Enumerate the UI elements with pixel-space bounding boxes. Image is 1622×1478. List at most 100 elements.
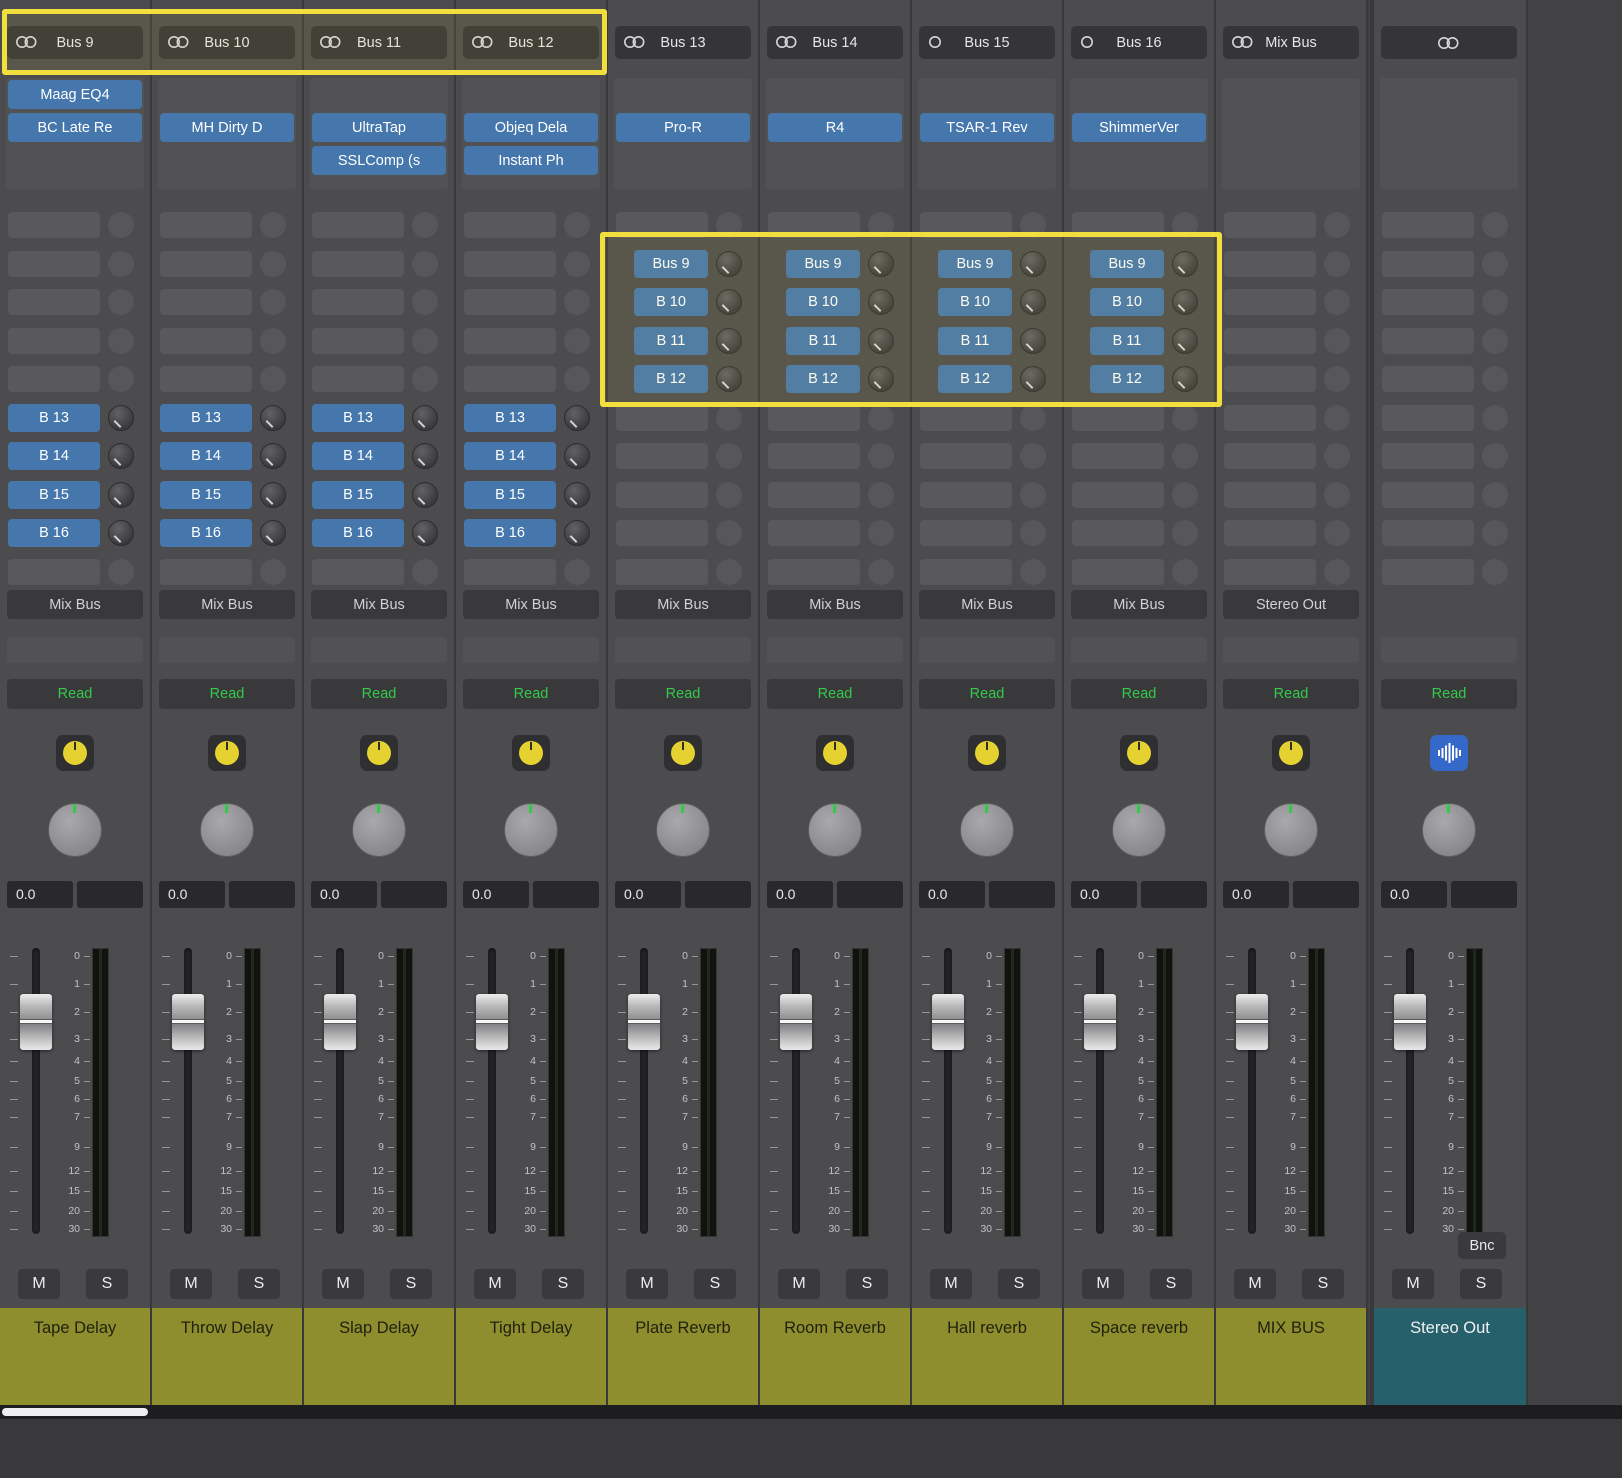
- pan-knob[interactable]: [1264, 803, 1318, 857]
- send-slot[interactable]: Bus 9: [938, 250, 1012, 278]
- track-icon[interactable]: [1120, 735, 1158, 771]
- send-level-knob[interactable]: [1172, 328, 1198, 354]
- send-level-knob[interactable]: [108, 482, 134, 508]
- send-level-knob[interactable]: [260, 520, 286, 546]
- send-slot-empty[interactable]: [920, 405, 1012, 431]
- channel-format-button[interactable]: Mix Bus: [1223, 26, 1359, 59]
- send-knob[interactable]: [1482, 520, 1508, 546]
- peak-display[interactable]: [77, 881, 143, 908]
- send-slot[interactable]: B 16: [8, 519, 100, 547]
- send-slot-empty[interactable]: [8, 559, 100, 585]
- send-slot[interactable]: B 12: [786, 365, 860, 393]
- send-slot-empty[interactable]: [616, 405, 708, 431]
- pan-knob[interactable]: [504, 803, 558, 857]
- send-slot-empty[interactable]: [1382, 289, 1474, 315]
- volume-display[interactable]: 0.0: [615, 881, 681, 908]
- send-slot-empty[interactable]: [768, 520, 860, 546]
- send-knob[interactable]: [1324, 405, 1350, 431]
- volume-display[interactable]: 0.0: [919, 881, 985, 908]
- send-knob[interactable]: [564, 212, 590, 238]
- send-knob[interactable]: [868, 520, 894, 546]
- track-name[interactable]: Hall reverb: [912, 1308, 1062, 1405]
- send-slot[interactable]: B 11: [786, 327, 860, 355]
- send-slot-empty[interactable]: [616, 559, 708, 585]
- group-slot[interactable]: [1223, 637, 1359, 663]
- solo-button[interactable]: S: [238, 1269, 280, 1299]
- output-routing-button[interactable]: Mix Bus: [159, 590, 295, 619]
- solo-button[interactable]: S: [1150, 1269, 1192, 1299]
- peak-display[interactable]: [229, 881, 295, 908]
- channel-format-button[interactable]: Bus 12: [463, 26, 599, 59]
- send-slot-empty[interactable]: [312, 289, 404, 315]
- send-level-knob[interactable]: [716, 251, 742, 277]
- send-knob[interactable]: [1324, 482, 1350, 508]
- group-slot[interactable]: [1381, 637, 1517, 663]
- fader-track[interactable]: [32, 948, 40, 1234]
- send-knob[interactable]: [868, 212, 894, 238]
- send-level-knob[interactable]: [564, 482, 590, 508]
- send-level-knob[interactable]: [1172, 251, 1198, 277]
- automation-mode-button[interactable]: Read: [159, 679, 295, 709]
- peak-display[interactable]: [989, 881, 1055, 908]
- send-slot[interactable]: B 11: [1090, 327, 1164, 355]
- send-slot-empty[interactable]: [1382, 251, 1474, 277]
- send-slot-empty[interactable]: [464, 366, 556, 392]
- horizontal-scrollbar-thumb[interactable]: [2, 1408, 148, 1416]
- send-slot[interactable]: B 16: [464, 519, 556, 547]
- send-knob[interactable]: [564, 559, 590, 585]
- send-slot-empty[interactable]: [1072, 405, 1164, 431]
- send-slot-empty[interactable]: [768, 443, 860, 469]
- volume-display[interactable]: 0.0: [159, 881, 225, 908]
- send-slot-empty[interactable]: [1072, 482, 1164, 508]
- send-slot-empty[interactable]: [920, 212, 1012, 238]
- send-knob[interactable]: [108, 212, 134, 238]
- send-slot[interactable]: B 11: [634, 327, 708, 355]
- volume-fader[interactable]: [628, 994, 660, 1050]
- send-knob[interactable]: [1324, 328, 1350, 354]
- send-knob[interactable]: [1482, 289, 1508, 315]
- automation-mode-button[interactable]: Read: [311, 679, 447, 709]
- track-icon[interactable]: [1430, 735, 1468, 771]
- volume-fader[interactable]: [1394, 994, 1426, 1050]
- send-level-knob[interactable]: [108, 405, 134, 431]
- send-slot-empty[interactable]: [1224, 212, 1316, 238]
- insert-plugin-slot[interactable]: R4: [768, 113, 902, 142]
- send-slot[interactable]: B 13: [312, 404, 404, 432]
- volume-display[interactable]: 0.0: [7, 881, 73, 908]
- send-knob[interactable]: [1324, 212, 1350, 238]
- solo-button[interactable]: S: [86, 1269, 128, 1299]
- send-slot-empty[interactable]: [312, 251, 404, 277]
- send-knob[interactable]: [868, 405, 894, 431]
- send-knob[interactable]: [868, 559, 894, 585]
- send-knob[interactable]: [716, 520, 742, 546]
- channel-format-button[interactable]: Bus 16: [1071, 26, 1207, 59]
- send-knob[interactable]: [1482, 443, 1508, 469]
- volume-display[interactable]: 0.0: [1381, 881, 1447, 908]
- track-name[interactable]: Throw Delay: [152, 1308, 302, 1405]
- send-slot-empty[interactable]: [160, 212, 252, 238]
- volume-display[interactable]: 0.0: [463, 881, 529, 908]
- send-knob[interactable]: [1324, 251, 1350, 277]
- mute-button[interactable]: M: [474, 1269, 516, 1299]
- send-knob[interactable]: [1482, 328, 1508, 354]
- solo-button[interactable]: S: [390, 1269, 432, 1299]
- send-slot-empty[interactable]: [1382, 482, 1474, 508]
- send-knob[interactable]: [412, 212, 438, 238]
- track-name[interactable]: Stereo Out: [1374, 1308, 1526, 1405]
- send-knob[interactable]: [260, 289, 286, 315]
- send-level-knob[interactable]: [412, 482, 438, 508]
- fader-track[interactable]: [1406, 948, 1414, 1234]
- automation-mode-button[interactable]: Read: [615, 679, 751, 709]
- group-slot[interactable]: [1071, 637, 1207, 663]
- solo-button[interactable]: S: [846, 1269, 888, 1299]
- insert-plugin-slot[interactable]: UltraTap: [312, 113, 446, 142]
- track-icon[interactable]: [664, 735, 702, 771]
- send-knob[interactable]: [564, 289, 590, 315]
- send-slot-empty[interactable]: [768, 212, 860, 238]
- send-slot-empty[interactable]: [464, 559, 556, 585]
- output-routing-button[interactable]: Mix Bus: [311, 590, 447, 619]
- output-routing-button[interactable]: Mix Bus: [463, 590, 599, 619]
- automation-mode-button[interactable]: Read: [1223, 679, 1359, 709]
- send-slot-empty[interactable]: [616, 520, 708, 546]
- volume-display[interactable]: 0.0: [311, 881, 377, 908]
